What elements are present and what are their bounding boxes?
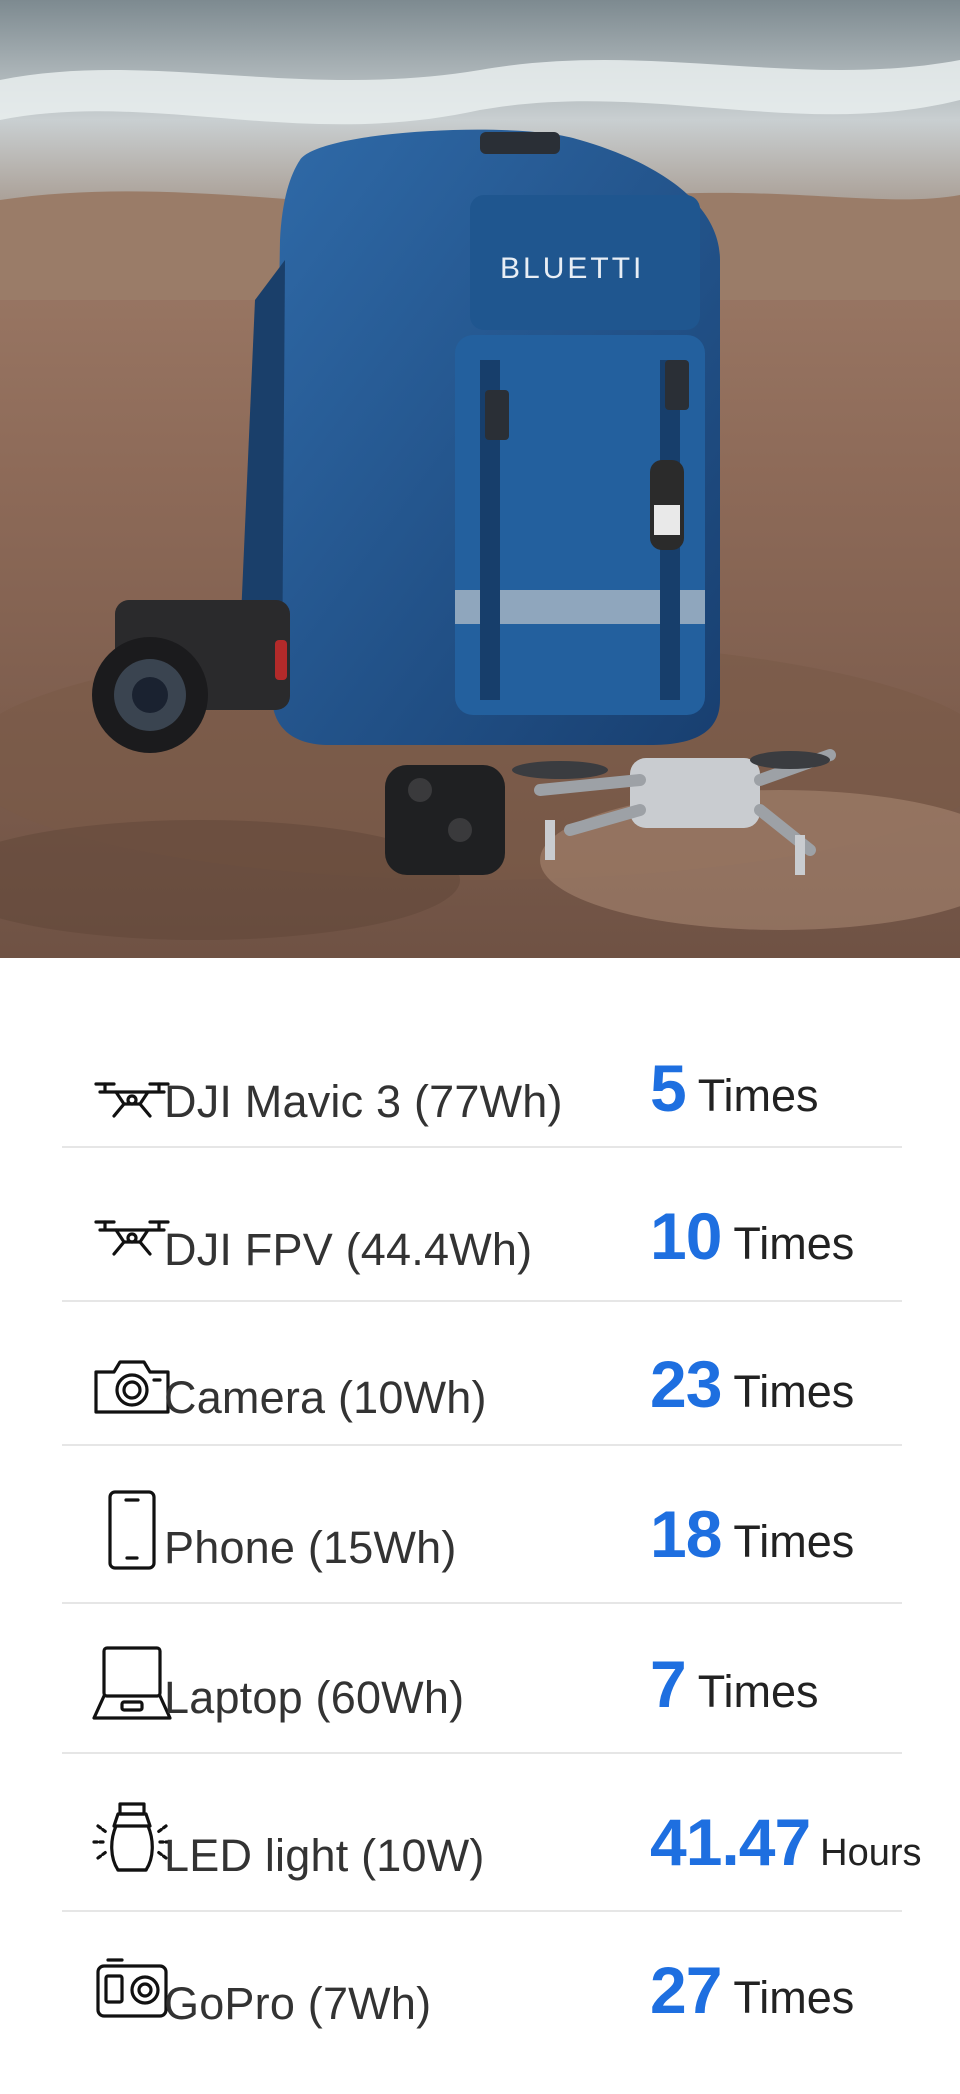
count-number: 27 xyxy=(650,1953,722,2027)
count-number: 10 xyxy=(650,1199,722,1273)
device-label: Camera (10Wh) xyxy=(164,1372,487,1423)
charge-count: 23 Times xyxy=(650,1346,854,1422)
device-label: GoPro (7Wh) xyxy=(164,1978,432,2029)
device-label: DJI Mavic 3 (77Wh) xyxy=(164,1076,563,1127)
backpack-scene: BLUETTI xyxy=(0,0,960,958)
count-unit: Hours xyxy=(820,1832,922,1874)
device-label: Phone (15Wh) xyxy=(164,1522,457,1573)
device-label: LED light (10W) xyxy=(164,1830,485,1881)
count-number: 18 xyxy=(650,1497,722,1571)
backpack: BLUETTI xyxy=(240,129,720,745)
drone-icon xyxy=(90,1060,174,1144)
lantern-icon xyxy=(90,1796,174,1880)
brand-logo: BLUETTI xyxy=(500,252,644,285)
count-unit: Times xyxy=(733,1218,855,1269)
charge-count: 18 Times xyxy=(650,1496,854,1572)
camera-icon xyxy=(90,1342,174,1426)
drone-icon xyxy=(90,1198,174,1282)
row-divider xyxy=(62,1602,902,1604)
charge-count: 7 Times xyxy=(650,1646,819,1722)
row-divider xyxy=(62,1910,902,1912)
charge-count: 27 Times xyxy=(650,1952,854,2028)
count-unit: Times xyxy=(697,1666,819,1717)
count-number: 7 xyxy=(650,1647,687,1721)
count-unit: Times xyxy=(733,1366,855,1417)
row-divider xyxy=(62,1300,902,1302)
device-label: DJI FPV (44.4Wh) xyxy=(164,1224,533,1275)
row-divider xyxy=(62,1146,902,1148)
runtime-spec-list: DJI Mavic 3 (77Wh) 5 Times DJI FPV (44.4… xyxy=(0,958,960,2094)
phone-icon xyxy=(90,1488,174,1572)
count-number: 23 xyxy=(650,1347,722,1421)
laptop-icon xyxy=(90,1640,174,1724)
gopro-icon xyxy=(90,1948,174,2032)
count-unit: Times xyxy=(733,1516,855,1567)
count-number: 5 xyxy=(650,1051,687,1125)
charge-count: 5 Times xyxy=(650,1050,819,1126)
count-unit: Times xyxy=(733,1972,855,2023)
charge-count: 41.47 Hours xyxy=(650,1804,922,1880)
row-divider xyxy=(62,1444,902,1446)
device-label: Laptop (60Wh) xyxy=(164,1672,465,1723)
count-unit: Times xyxy=(697,1070,819,1121)
controller-object xyxy=(385,765,505,875)
hero-photo: BLUETTI xyxy=(0,0,960,958)
row-divider xyxy=(62,1752,902,1754)
charge-count: 10 Times xyxy=(650,1198,854,1274)
count-number: 41.47 xyxy=(650,1805,811,1879)
